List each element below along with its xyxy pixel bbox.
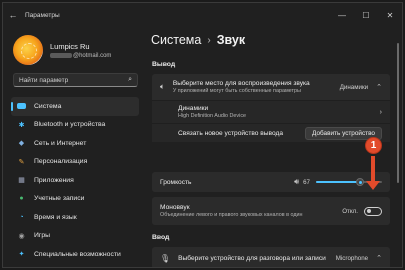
annotation-step-badge: 1 [365, 137, 382, 154]
sidebar-item-label: Bluetooth и устройства [34, 121, 106, 129]
mono-audio-title: Моноввук [160, 204, 190, 211]
profile-email: @hotmail.com [50, 53, 111, 59]
input-choose-title: Выберите устройство для разговора или за… [178, 254, 326, 262]
avatar [13, 35, 43, 65]
pair-output-row: Связать новое устройство вывода Добавить… [152, 124, 390, 142]
title-bar: ← Параметры — ☐ ✕ [3, 3, 402, 27]
search-input[interactable]: Найти параметр ⌕ [13, 73, 138, 87]
output-section-label: Вывод [152, 61, 176, 68]
output-device-speakers[interactable]: Динамики High Definition Audio Device › [152, 101, 390, 123]
chevron-up-icon[interactable]: ⌃ [376, 83, 382, 91]
volume-label: Громкость [160, 178, 192, 186]
sidebar-item-label: Персонализация [34, 158, 88, 166]
sidebar-item-label: Сеть и Интернет [34, 139, 87, 147]
apps-icon: ▦ [18, 177, 25, 185]
window-title: Параметры [25, 11, 60, 19]
breadcrumb-separator: › [207, 34, 211, 46]
brush-icon: ✎ [18, 158, 25, 166]
settings-window: ← Параметры — ☐ ✕ Lumpics Ru @hotmail.co… [2, 2, 403, 268]
sidebar-item-label: Учетные записи [34, 195, 85, 203]
sidebar-item-label: Система [34, 102, 62, 110]
sidebar-item-label: Игры [34, 232, 51, 240]
pair-output-label: Связать новое устройство вывода [178, 129, 284, 137]
close-button[interactable]: ✕ [378, 3, 402, 27]
volume-row: Громкость 🔊︎ 67 [152, 172, 390, 192]
back-arrow-icon[interactable]: ← [3, 3, 23, 27]
annotation-arrow-shaft [371, 156, 375, 182]
volume-slider-fill [316, 181, 361, 183]
input-device-selector[interactable]: 🎙︎ Выберите устройство для разговора или… [152, 247, 390, 267]
output-selected-device: Динамики [339, 83, 369, 91]
bluetooth-icon: ✱ [18, 121, 25, 129]
mono-audio-toggle[interactable] [364, 206, 382, 216]
sidebar: Lumpics Ru @hotmail.com Найти параметр ⌕… [3, 27, 143, 267]
sidebar-item-bluetooth[interactable]: ✱ Bluetooth и устройства [11, 116, 139, 135]
page-title: Звук [216, 33, 246, 47]
games-icon: ◉ [18, 232, 25, 240]
volume-slider-thumb[interactable] [356, 178, 365, 186]
sidebar-item-time-language[interactable]: ◔ Время и язык [11, 208, 139, 227]
sidebar-item-accessibility[interactable]: ✦ Специальные возможности [11, 245, 139, 264]
profile-email-suffix: @hotmail.com [73, 52, 112, 59]
annotation-arrow-head [366, 181, 380, 190]
maximize-button[interactable]: ☐ [354, 3, 378, 27]
time-language-icon: ◔ [19, 213, 24, 221]
mono-audio-row: Моноввук Объединение левого и правого зв… [152, 197, 390, 225]
user-profile[interactable]: Lumpics Ru @hotmail.com [13, 35, 111, 65]
volume-icon[interactable]: 🔊︎ [294, 177, 299, 187]
device-name: Динамики [178, 105, 209, 112]
main-content: Система › Звук Вывод 🔈︎ Выберите место д… [143, 27, 402, 267]
sidebar-nav: Система ✱ Bluetooth и устройства ◆ Сеть … [11, 97, 139, 264]
output-device-selector[interactable]: 🔈︎ Выберите место для воспроизведения зв… [152, 74, 390, 100]
output-choose-title: Выберите место для воспроизведения звука [172, 80, 310, 87]
input-section-label: Ввод [152, 234, 170, 241]
sidebar-item-network[interactable]: ◆ Сеть и Интернет [11, 134, 139, 153]
sidebar-item-label: Приложения [34, 176, 74, 184]
volume-card: Громкость 🔊︎ 67 [152, 172, 390, 192]
system-icon [17, 103, 26, 110]
volume-value: 67 [303, 178, 310, 186]
speaker-icon: 🔈︎ [160, 82, 165, 91]
output-choose-subtitle: У приложений могут быть собственные пара… [172, 88, 301, 94]
input-selected-device: Microphone [335, 254, 369, 262]
scrollbar[interactable] [397, 43, 399, 183]
mono-audio-subtitle: Объединение левого и правого звуковых ка… [160, 212, 303, 218]
profile-name: Lumpics Ru [50, 41, 90, 51]
sidebar-item-label: Специальные возможности [34, 250, 121, 258]
input-card: 🎙︎ Выберите устройство для разговора или… [152, 247, 390, 267]
search-icon[interactable]: ⌕ [128, 76, 132, 84]
network-icon: ◆ [18, 140, 25, 148]
accounts-icon: ● [19, 195, 24, 203]
sidebar-item-label: Время и язык [34, 213, 77, 221]
chevron-right-icon[interactable]: › [380, 109, 382, 116]
sidebar-item-accounts[interactable]: ● Учетные записи [11, 190, 139, 209]
minimize-button[interactable]: — [330, 3, 354, 27]
accessibility-icon: ✦ [18, 251, 25, 259]
email-redaction [50, 53, 72, 58]
sidebar-item-personalization[interactable]: ✎ Персонализация [11, 153, 139, 172]
breadcrumb-parent[interactable]: Система [151, 33, 201, 47]
breadcrumb: Система › Звук [151, 33, 245, 47]
microphone-icon: 🎙︎ [160, 253, 171, 263]
window-controls: — ☐ ✕ [330, 3, 402, 27]
mono-audio-card: Моноввук Объединение левого и правого зв… [152, 197, 390, 225]
device-subtitle: High Definition Audio Device [178, 113, 247, 119]
sidebar-item-system[interactable]: Система [11, 97, 139, 116]
sidebar-item-apps[interactable]: ▦ Приложения [11, 171, 139, 190]
chevron-up-icon[interactable]: ⌃ [376, 254, 382, 262]
sidebar-item-games[interactable]: ◉ Игры [11, 227, 139, 246]
output-card: 🔈︎ Выберите место для воспроизведения зв… [152, 74, 390, 142]
search-placeholder: Найти параметр [19, 76, 69, 84]
mono-audio-state: Откл. [342, 207, 358, 215]
